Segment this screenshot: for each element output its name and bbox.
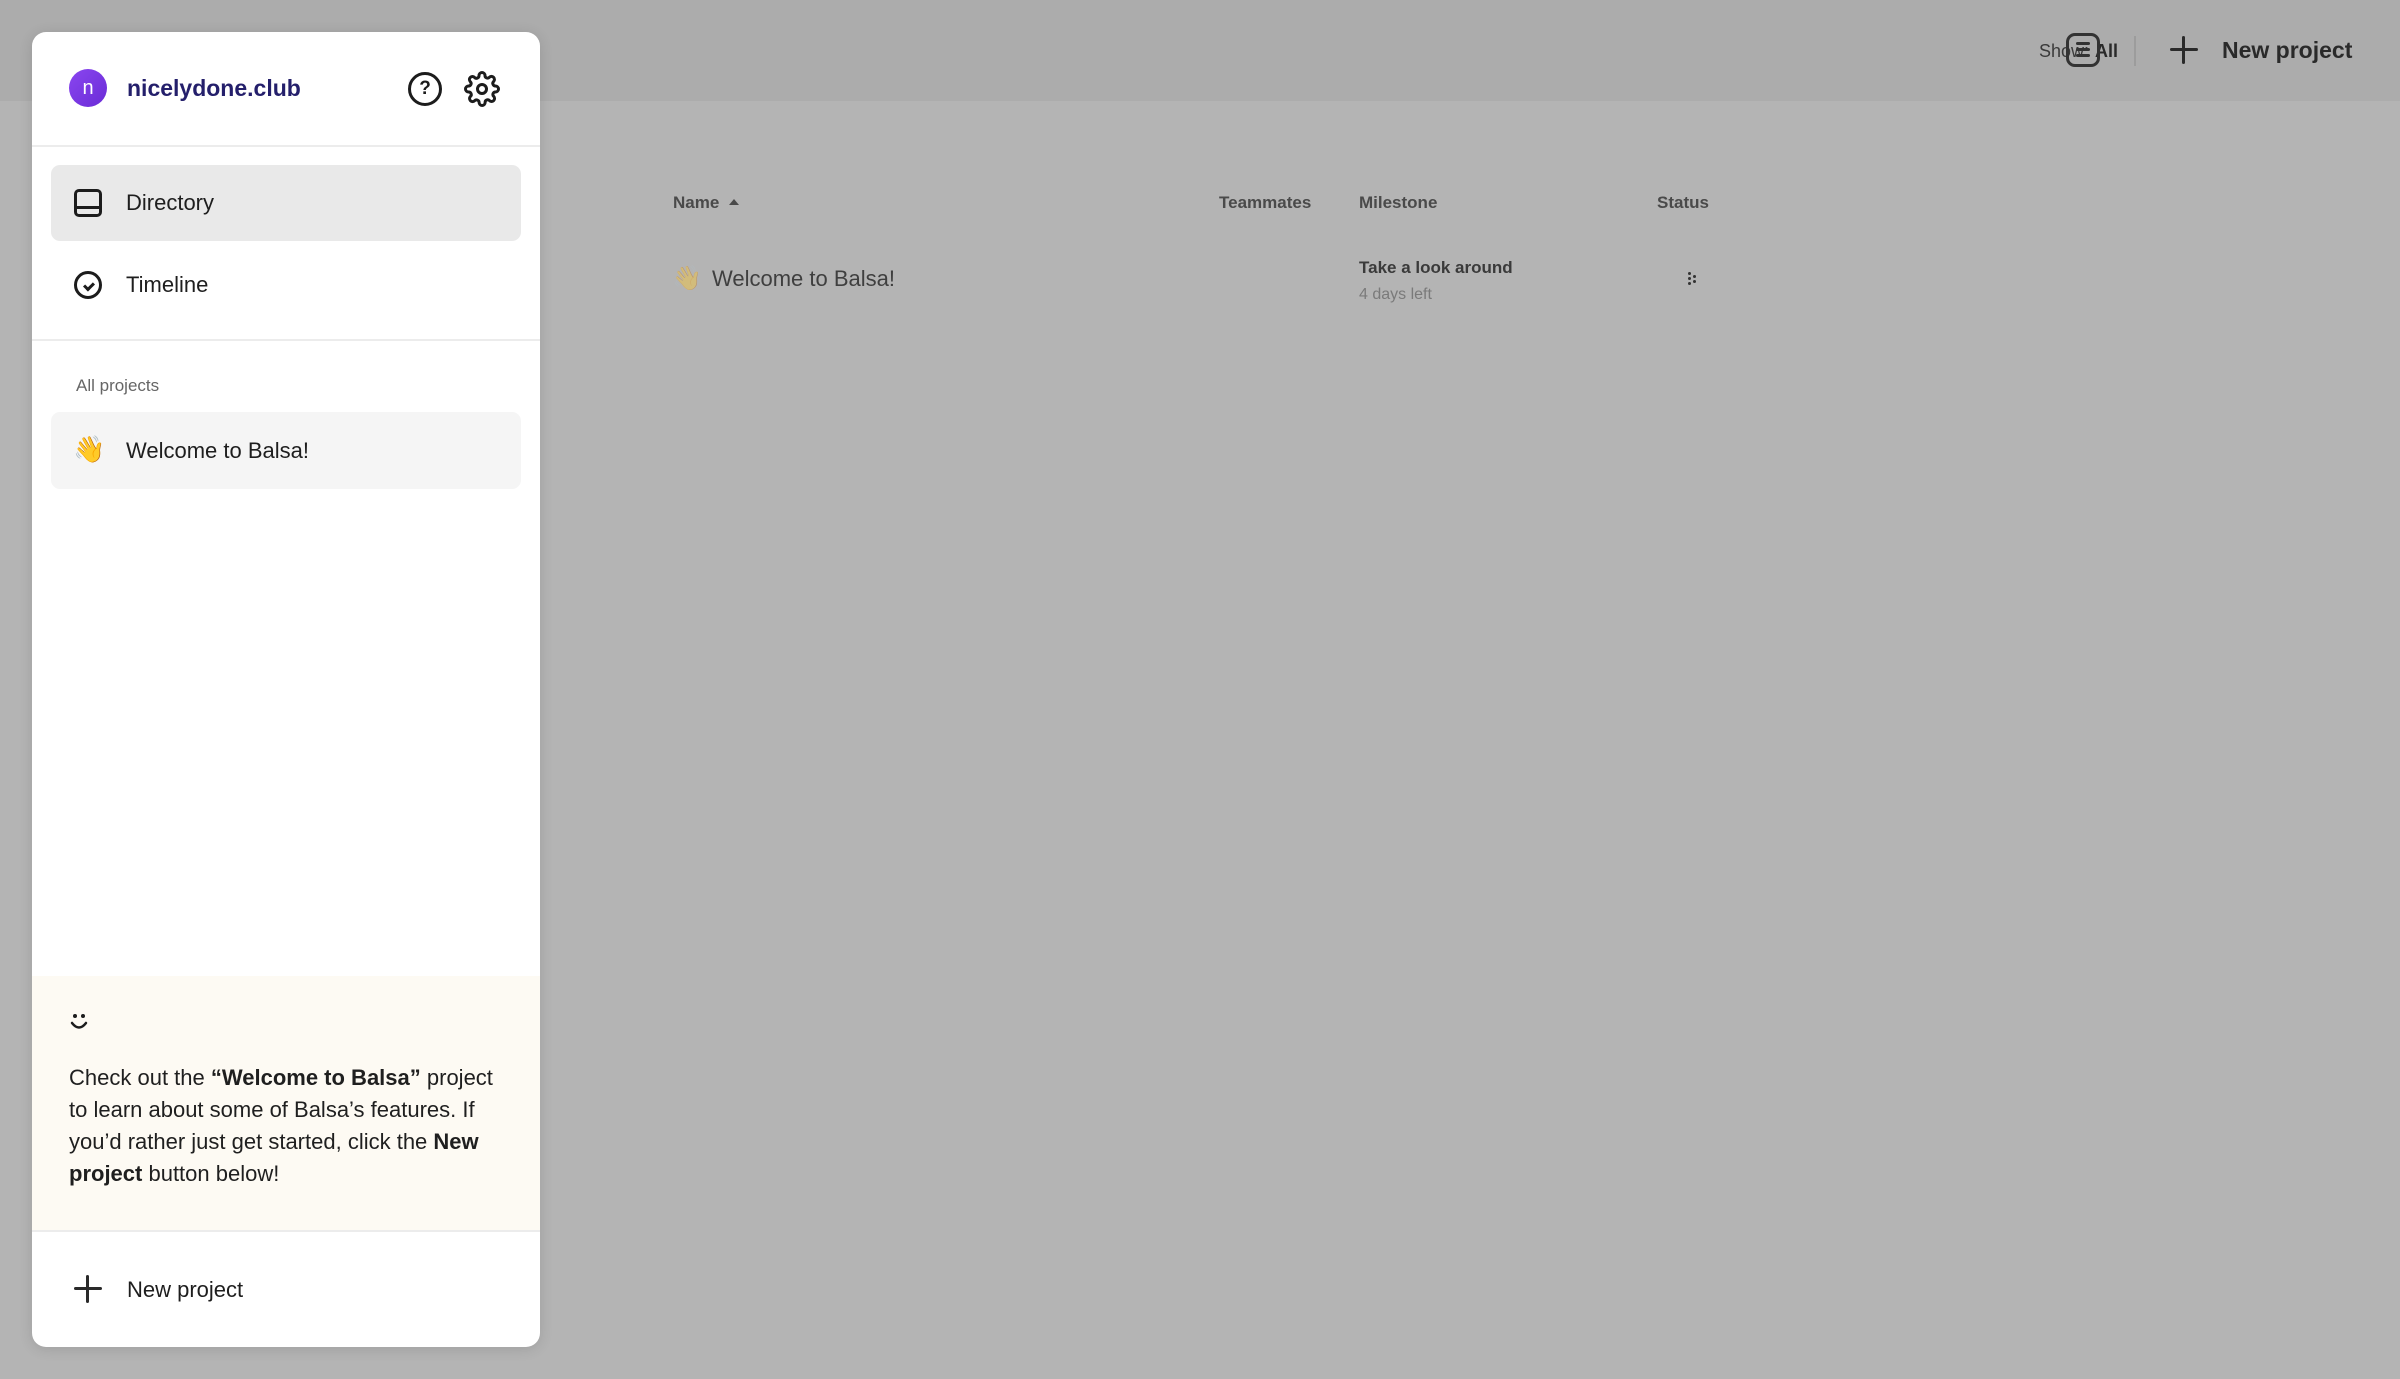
org-name[interactable]: nicelydone.club: [127, 75, 301, 102]
header-divider: [2134, 36, 2136, 66]
sidebar-item-directory[interactable]: Directory: [51, 165, 521, 241]
plus-icon: [2170, 36, 2198, 64]
wave-icon: 👋: [672, 265, 702, 292]
milestone-title: Take a look around: [1359, 258, 1513, 277]
column-header-teammates[interactable]: Teammates: [1219, 193, 1311, 213]
avatar[interactable]: n: [69, 69, 107, 107]
column-header-status[interactable]: Status: [1657, 193, 1709, 213]
sidebar-project-welcome[interactable]: 👋 Welcome to Balsa!: [51, 412, 521, 489]
directory-icon: [74, 189, 102, 217]
help-icon[interactable]: ?: [408, 72, 442, 106]
column-header-milestone[interactable]: Milestone: [1359, 193, 1437, 213]
wave-icon: 👋: [73, 434, 106, 464]
table-row[interactable]: 👋 Welcome to Balsa! Take a look around 4…: [672, 258, 1722, 304]
smile-icon: [70, 1014, 88, 1029]
sidebar-header: n nicelydone.club ?: [32, 32, 540, 147]
new-project-label: New project: [2222, 36, 2353, 63]
status-dots-icon[interactable]: [1686, 270, 1702, 286]
timeline-icon: [74, 271, 102, 299]
column-header-name[interactable]: Name: [673, 193, 740, 213]
project-name: Welcome to Balsa!: [712, 266, 896, 291]
plus-icon: [74, 1275, 102, 1303]
milestone-cell: Take a look around 4 days left: [1359, 258, 1513, 304]
list-view-icon[interactable]: [2066, 33, 2100, 67]
sidebar-item-label: Timeline: [126, 272, 209, 297]
new-project-button-top[interactable]: New project: [2170, 30, 2352, 70]
sidebar-project-label: Welcome to Balsa!: [126, 438, 310, 463]
sidebar-item-timeline[interactable]: Timeline: [51, 247, 521, 323]
milestone-due: 4 days left: [1359, 286, 1432, 303]
sidebar-item-label: Directory: [126, 190, 215, 215]
gear-icon[interactable]: [464, 71, 500, 107]
welcome-tip: Check out the “Welcome to Balsa” project…: [32, 976, 540, 1232]
sidebar-nav: Directory Timeline: [32, 147, 540, 341]
sort-ascending-icon: [729, 199, 740, 205]
new-project-label: New project: [127, 1277, 244, 1302]
sidebar-panel: n nicelydone.club ? Directory Timeline A…: [32, 32, 540, 1347]
new-project-button[interactable]: New project: [32, 1234, 540, 1347]
section-label-all-projects: All projects: [76, 376, 160, 395]
tip-text: Check out the “Welcome to Balsa” project…: [69, 1065, 493, 1186]
